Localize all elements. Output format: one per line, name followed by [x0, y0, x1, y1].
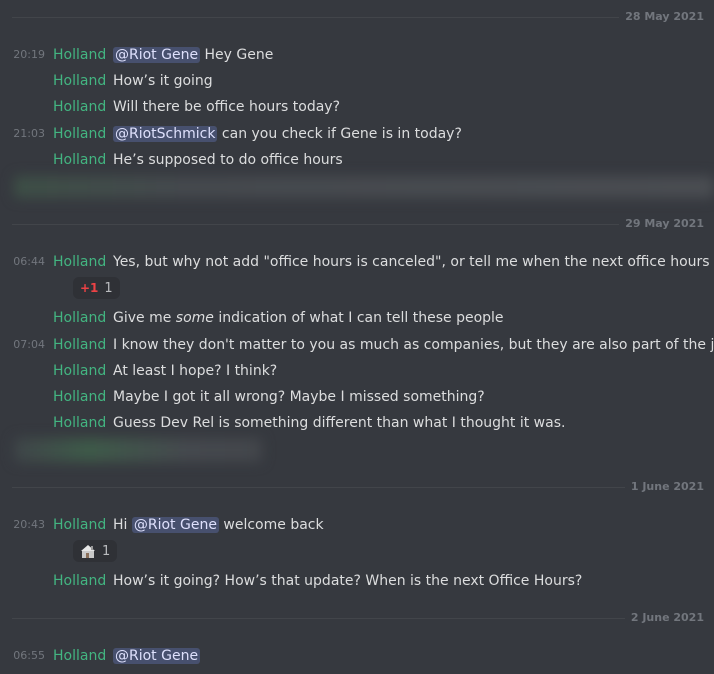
user-mention[interactable]: @Riot Gene	[131, 517, 219, 533]
message[interactable]: Holland How’s it going? How’s that updat…	[0, 570, 714, 592]
author-name[interactable]: Holland	[53, 360, 106, 382]
message[interactable]: Holland At least I hope? I think?	[0, 360, 714, 382]
house-icon	[80, 543, 96, 559]
date-divider: 2 June 2021	[12, 611, 704, 625]
date-divider-label: 29 May 2021	[619, 217, 704, 231]
timestamp[interactable]: 21:03	[13, 123, 45, 145]
timestamp[interactable]: 20:43	[13, 514, 45, 536]
author-name[interactable]: Holland	[53, 334, 106, 356]
author-name[interactable]: Holland	[53, 307, 106, 329]
message-text: Give me some indication of what I can te…	[113, 310, 504, 326]
message-text: Guess Dev Rel is something different tha…	[113, 415, 566, 431]
reaction-house[interactable]: 1	[73, 540, 118, 562]
message[interactable]: 20:19 Holland @Riot Gene Hey Gene	[0, 44, 714, 66]
reaction-count: 1	[102, 543, 111, 559]
timestamp[interactable]: 06:55	[13, 645, 45, 667]
message[interactable]: 06:55 Holland @Riot Gene	[0, 645, 714, 667]
message-text: He’s supposed to do office hours	[113, 152, 343, 168]
author-name[interactable]: Holland	[53, 386, 106, 408]
author-name[interactable]: Holland	[53, 412, 106, 434]
author-name[interactable]: Holland	[53, 123, 106, 145]
user-mention[interactable]: @Riot Gene	[113, 47, 201, 63]
message[interactable]: 21:03 Holland @RiotSchmick can you check…	[0, 123, 714, 145]
reaction-count: 1	[104, 280, 113, 296]
date-divider-label: 2 June 2021	[624, 611, 704, 625]
date-divider: 28 May 2021	[12, 10, 704, 24]
message-text: Yes, but why not add "office hours is ca…	[113, 254, 714, 270]
message-list: 28 May 2021 20:19 Holland @Riot Gene Hey…	[0, 0, 714, 674]
message-text: How’s it going	[113, 73, 213, 89]
author-name[interactable]: Holland	[53, 70, 106, 92]
message[interactable]: 06:44 Holland Yes, but why not add "offi…	[0, 251, 714, 273]
user-mention[interactable]: @Riot Gene	[113, 648, 201, 664]
date-divider: 29 May 2021	[12, 217, 704, 231]
author-name[interactable]: Holland	[53, 514, 106, 536]
message-text: can you check if Gene is in today?	[217, 126, 462, 142]
message-text: Will there be office hours today?	[113, 99, 341, 115]
user-mention[interactable]: @RiotSchmick	[113, 126, 218, 142]
plus-one-icon: +1	[80, 281, 99, 295]
message[interactable]: Holland How’s it going	[0, 70, 714, 92]
message-text: Hey Gene	[200, 47, 274, 63]
redacted-message	[14, 176, 714, 198]
message[interactable]: Holland Will there be office hours today…	[0, 96, 714, 118]
message[interactable]: Holland Guess Dev Rel is something diffe…	[0, 412, 714, 434]
author-name[interactable]: Holland	[53, 44, 106, 66]
message[interactable]: Holland Maybe I got it all wrong? Maybe …	[0, 386, 714, 408]
message[interactable]: Holland Give me some indication of what …	[0, 307, 714, 329]
message-text: Hi	[113, 517, 132, 533]
date-divider-label: 28 May 2021	[619, 10, 704, 24]
message[interactable]: Holland He’s supposed to do office hours	[0, 149, 714, 171]
message[interactable]: 07:04 Holland I know they don't matter t…	[0, 334, 714, 356]
reaction-plus-one[interactable]: +1 1	[73, 277, 120, 299]
message[interactable]: 20:43 Holland Hi @Riot Gene welcome back	[0, 514, 714, 536]
author-name[interactable]: Holland	[53, 570, 106, 592]
message-text: At least I hope? I think?	[113, 363, 278, 379]
message-text: welcome back	[218, 517, 324, 533]
author-name[interactable]: Holland	[53, 149, 106, 171]
redacted-message	[14, 438, 262, 462]
author-name[interactable]: Holland	[53, 96, 106, 118]
message-text: I know they don't matter to you as much …	[113, 337, 714, 353]
date-divider: 1 June 2021	[12, 480, 704, 494]
message-text: Maybe I got it all wrong? Maybe I missed…	[113, 389, 485, 405]
author-name[interactable]: Holland	[53, 645, 106, 667]
timestamp[interactable]: 07:04	[13, 334, 45, 356]
message-text: How’s it going? How’s that update? When …	[113, 573, 583, 589]
date-divider-label: 1 June 2021	[624, 480, 704, 494]
timestamp[interactable]: 06:44	[13, 251, 45, 273]
author-name[interactable]: Holland	[53, 251, 106, 273]
timestamp[interactable]: 20:19	[13, 44, 45, 66]
